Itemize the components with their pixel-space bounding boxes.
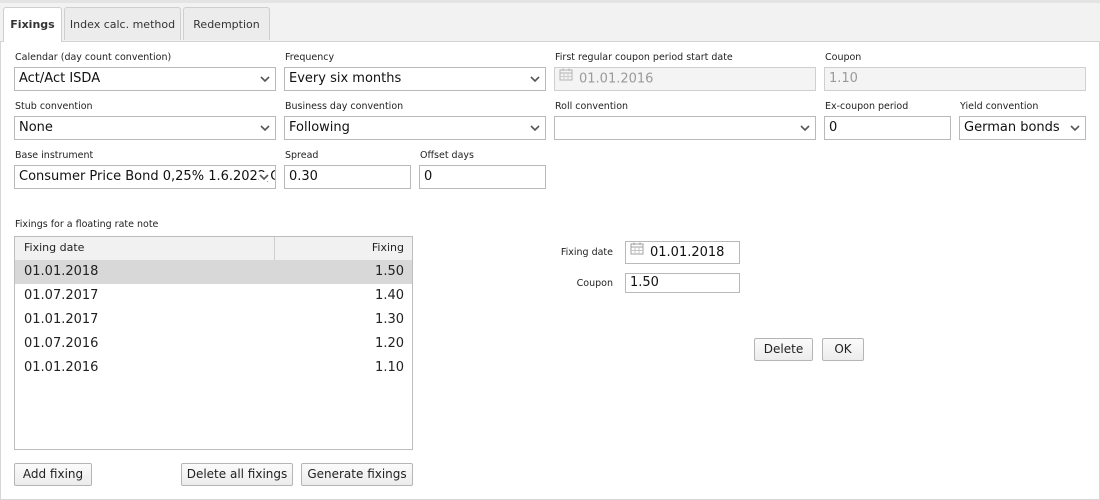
tab-redemption[interactable]: Redemption bbox=[183, 7, 270, 40]
column-fixing[interactable]: Fixing bbox=[372, 237, 404, 259]
row-date: 01.01.2016 bbox=[24, 360, 99, 375]
tab-fixings[interactable]: Fixings bbox=[3, 7, 62, 42]
tab-index-calc-method[interactable]: Index calc. method bbox=[64, 7, 181, 40]
table-row[interactable]: 01.01.2016 1.10 bbox=[15, 356, 412, 380]
spread-field[interactable]: 0.30 bbox=[284, 165, 411, 189]
row-value: 1.30 bbox=[375, 312, 404, 327]
row-date: 01.07.2017 bbox=[24, 288, 99, 303]
row-value: 1.40 bbox=[375, 288, 404, 303]
coupon-label: Coupon bbox=[825, 52, 862, 63]
chevron-down-icon bbox=[530, 74, 540, 83]
chevron-down-icon bbox=[260, 74, 270, 83]
spread-label: Spread bbox=[285, 150, 319, 161]
generate-fixings-button[interactable]: Generate fixings bbox=[301, 463, 413, 486]
fixing-date-field[interactable]: 01.01.2018 bbox=[625, 241, 740, 264]
calendar-icon bbox=[559, 68, 573, 89]
chevron-down-icon bbox=[259, 172, 271, 181]
table-row[interactable]: 01.07.2017 1.40 bbox=[15, 284, 412, 308]
row-value: 1.20 bbox=[375, 336, 404, 351]
column-separator bbox=[274, 237, 275, 260]
row-value: 1.10 bbox=[375, 360, 404, 375]
fixings-section-title: Fixings for a floating rate note bbox=[15, 219, 159, 230]
first-coupon-start-label: First regular coupon period start date bbox=[555, 52, 733, 63]
first-coupon-start-field[interactable]: 01.01.2016 bbox=[554, 67, 816, 91]
chevron-down-icon bbox=[1070, 123, 1080, 132]
column-fixing-date[interactable]: Fixing date bbox=[24, 237, 84, 259]
detail-coupon-field[interactable]: 1.50 bbox=[625, 273, 740, 293]
ok-button[interactable]: OK bbox=[822, 338, 864, 361]
table-row[interactable]: 01.01.2017 1.30 bbox=[15, 308, 412, 332]
row-value: 1.50 bbox=[375, 264, 404, 279]
calendar-icon bbox=[630, 242, 644, 262]
table-row[interactable]: 01.07.2016 1.20 bbox=[15, 332, 412, 356]
calendar-select[interactable]: Act/Act ISDA bbox=[14, 67, 276, 91]
delete-all-fixings-button[interactable]: Delete all fixings bbox=[181, 463, 293, 486]
calendar-label: Calendar (day count convention) bbox=[15, 52, 172, 63]
offset-days-field[interactable]: 0 bbox=[419, 165, 546, 189]
coupon-field[interactable]: 1.10 bbox=[824, 67, 1086, 91]
detail-coupon-label: Coupon bbox=[576, 278, 613, 289]
chevron-down-icon bbox=[530, 123, 540, 132]
ex-coupon-field[interactable]: 0 bbox=[824, 116, 951, 140]
ex-coupon-label: Ex-coupon period bbox=[825, 101, 909, 112]
add-fixing-button[interactable]: Add fixing bbox=[14, 463, 92, 486]
offset-days-label: Offset days bbox=[420, 150, 474, 161]
roll-label: Roll convention bbox=[555, 101, 629, 112]
business-day-label: Business day convention bbox=[285, 101, 404, 112]
business-day-select[interactable]: Following bbox=[284, 116, 546, 140]
row-date: 01.07.2016 bbox=[24, 336, 99, 351]
table-row[interactable]: 01.01.2018 1.50 bbox=[15, 260, 412, 284]
chevron-down-icon bbox=[800, 123, 810, 132]
yield-convention-select[interactable]: German bonds bbox=[959, 116, 1086, 140]
stub-select[interactable]: None bbox=[14, 116, 276, 140]
frequency-select[interactable]: Every six months bbox=[284, 67, 546, 91]
base-instrument-select[interactable]: Consumer Price Bond 0,25% 1.6.2022,CPI bbox=[14, 165, 276, 189]
row-date: 01.01.2017 bbox=[24, 312, 99, 327]
roll-select[interactable] bbox=[554, 116, 816, 140]
fixing-date-label: Fixing date bbox=[560, 247, 613, 258]
stub-label: Stub convention bbox=[15, 101, 93, 112]
delete-button[interactable]: Delete bbox=[754, 338, 813, 361]
chevron-down-icon bbox=[260, 123, 270, 132]
yield-convention-label: Yield convention bbox=[960, 101, 1039, 112]
frequency-label: Frequency bbox=[285, 52, 335, 63]
row-date: 01.01.2018 bbox=[24, 264, 99, 279]
base-instrument-label: Base instrument bbox=[15, 150, 94, 161]
fixings-table: Fixing date Fixing 01.01.2018 1.50 01.07… bbox=[14, 236, 413, 450]
tab-bar: Fixings Index calc. method Redemption bbox=[0, 3, 1100, 42]
fixings-table-header: Fixing date Fixing bbox=[15, 237, 412, 261]
